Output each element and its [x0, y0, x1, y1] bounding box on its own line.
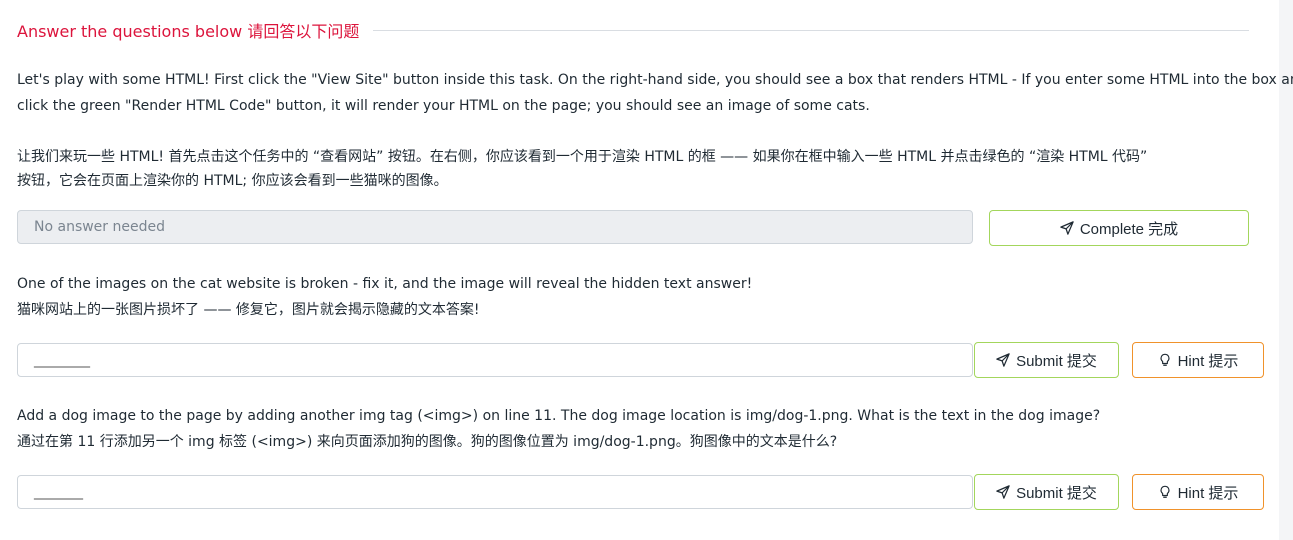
task3-hint-button[interactable]: Hint 提示 — [1132, 474, 1264, 510]
task2-answer-value: ________ — [34, 352, 90, 368]
task2-hint-button[interactable]: Hint 提示 — [1132, 342, 1264, 378]
section-header: Answer the questions below 请回答以下问题 — [17, 18, 1249, 42]
lightbulb-icon — [1158, 485, 1172, 499]
send-icon — [996, 353, 1010, 367]
send-icon — [996, 485, 1010, 499]
task1-en-line-1: Let's play with some HTML! First click t… — [17, 72, 1293, 88]
lightbulb-icon — [1158, 353, 1172, 367]
section-title: Answer the questions below 请回答以下问题 — [17, 22, 360, 41]
task3-text: Add a dog image to the page by adding an… — [17, 403, 1257, 455]
send-icon — [1060, 221, 1074, 235]
task3-zh-line-1: 通过在第 11 行添加另一个 img 标签 (<img>) 来向页面添加狗的图像… — [17, 434, 838, 450]
task2-answer-field[interactable]: ________ — [17, 343, 973, 377]
task1-english-text: Let's play with some HTML! First click t… — [17, 67, 1293, 119]
task1-en-line-2: click the green "Render HTML Code" butto… — [17, 98, 870, 114]
task3-en-line-1: Add a dog image to the page by adding an… — [17, 408, 1101, 424]
task2-submit-label: Submit 提交 — [1016, 352, 1097, 370]
task2-zh-line-1: 猫咪网站上的一张图片损坏了 —— 修复它，图片就会揭示隐藏的文本答案! — [17, 302, 480, 318]
task2-text: One of the images on the cat website is … — [17, 271, 1257, 323]
task3-answer-field[interactable]: _______ — [17, 475, 973, 509]
task1-zh-line-1: 让我们来玩一些 HTML! 首先点击这个任务中的 “查看网站” 按钮。在右侧，你… — [17, 149, 1148, 165]
complete-button-label: Complete 完成 — [1079, 220, 1179, 238]
task3-hint-label: Hint 提示 — [1177, 484, 1239, 502]
task3-submit-button[interactable]: Submit 提交 — [974, 474, 1119, 510]
task1-answer-placeholder: No answer needed — [34, 219, 165, 235]
task3-answer-value: _______ — [34, 484, 83, 500]
task1-zh-line-2: 按钮，它会在页面上渲染你的 HTML; 你应该会看到一些猫咪的图像。 — [17, 173, 448, 189]
task2-hint-label: Hint 提示 — [1177, 352, 1239, 370]
section-divider — [373, 29, 1249, 31]
complete-button[interactable]: Complete 完成 — [989, 210, 1249, 246]
task2-submit-button[interactable]: Submit 提交 — [974, 342, 1119, 378]
task3-submit-label: Submit 提交 — [1016, 484, 1097, 502]
task2-en-line-1: One of the images on the cat website is … — [17, 276, 753, 292]
task1-answer-field: No answer needed — [17, 210, 973, 244]
task1-chinese-text: 让我们来玩一些 HTML! 首先点击这个任务中的 “查看网站” 按钮。在右侧，你… — [17, 145, 1257, 193]
